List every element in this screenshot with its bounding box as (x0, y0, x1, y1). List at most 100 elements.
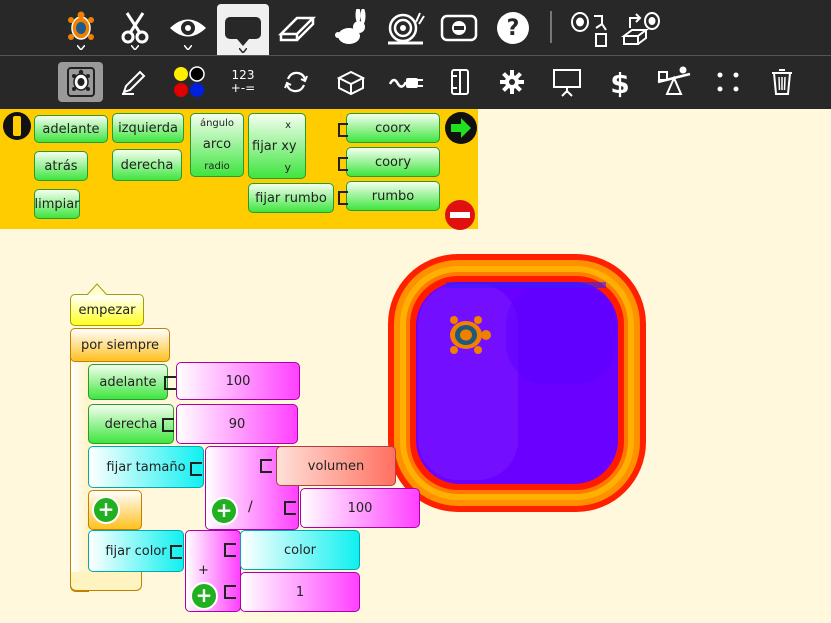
next-palette-arrow-icon[interactable] (444, 111, 478, 145)
palette-block-fijar-xy[interactable]: fijar xy x y (248, 113, 306, 179)
palette-block-izquierda-label: izquierda (118, 120, 178, 136)
stop-icon (440, 14, 478, 42)
turtles-palette-tab[interactable] (652, 62, 696, 102)
addend-field[interactable]: 1 (240, 572, 360, 612)
plus-expand-icon[interactable]: + (190, 582, 218, 610)
pen-palette-tab[interactable] (114, 62, 154, 102)
stop-button[interactable] (436, 4, 482, 52)
addend-connector (224, 585, 236, 599)
eraser-icon (277, 16, 317, 42)
palette-block-coory[interactable]: coory (346, 147, 440, 177)
numbers-icon-line2: +-= (230, 81, 256, 95)
eraser-button[interactable] (274, 4, 320, 52)
palette-block-fijar-xy-label: fijar xy (252, 138, 297, 154)
chevron-down-icon (184, 45, 192, 50)
more-palette-tab[interactable] (708, 62, 748, 102)
block-palette: adelante atrás limpiar izquierda derecha… (0, 109, 478, 231)
presentation-palette-tab[interactable] (546, 62, 588, 102)
palette-block-arco[interactable]: ángulo arco radio (190, 113, 244, 177)
help-button[interactable]: ? (490, 4, 536, 52)
right-connector (162, 418, 174, 432)
palette-block-coorx-label: coorx (375, 120, 411, 136)
help-icon: ? (497, 12, 529, 44)
main-toolbar: ? (0, 0, 831, 55)
view-button[interactable] (166, 4, 210, 52)
blocks-palette-tab[interactable] (330, 62, 372, 102)
loop-icon (284, 71, 308, 93)
speech-icon (225, 16, 261, 46)
forever-clamp (70, 328, 89, 592)
set-color-block-label: fijar color (105, 543, 167, 559)
turtle-menu-button[interactable] (60, 4, 102, 52)
pen-icon (122, 70, 146, 95)
divide-expand-icon[interactable]: + (210, 497, 238, 525)
portfolio-palette-tab[interactable]: $ (600, 62, 640, 102)
set-size-block-label: fijar tamaño (106, 459, 186, 475)
palette-block-izquierda[interactable]: izquierda (112, 113, 184, 143)
palette-block-fijar-rumbo[interactable]: fijar rumbo (248, 183, 334, 213)
divide-sign: / (248, 499, 253, 515)
presentation-icon (553, 69, 581, 97)
palette-block-rumbo[interactable]: rumbo (346, 181, 440, 211)
palette-orientation-icon[interactable] (2, 111, 32, 141)
run-slow-button[interactable] (382, 4, 428, 52)
start-block-label: empezar (78, 302, 136, 318)
turtle-palette-tab[interactable] (58, 62, 103, 102)
right-value-label: 90 (228, 416, 246, 432)
media-palette-tab[interactable] (440, 62, 480, 102)
extras-palette-tab[interactable] (492, 62, 532, 102)
palette-toolbar: 123 +-= $ (0, 55, 831, 109)
volume-connector (260, 459, 272, 473)
turtle-load-icon (571, 12, 607, 47)
chevron-down-icon (239, 48, 247, 53)
palette-block-derecha[interactable]: derecha (112, 149, 182, 181)
color-block[interactable]: color (240, 530, 360, 570)
run-fast-button[interactable] (328, 4, 374, 52)
palette-block-coorx[interactable]: coorx (346, 113, 440, 143)
forever-clamp-bottom (70, 572, 142, 591)
cut-button[interactable] (114, 4, 156, 52)
palette-block-adelante[interactable]: adelante (34, 115, 108, 143)
start-hat-notch (86, 283, 108, 295)
divisor-field[interactable]: 100 (300, 488, 420, 528)
flow-palette-tab[interactable] (276, 62, 316, 102)
forward-block[interactable]: adelante (88, 364, 168, 400)
start-block[interactable]: empezar (70, 294, 144, 326)
sensor-icon (388, 78, 423, 88)
set-size-block[interactable]: fijar tamaño (88, 446, 204, 488)
turtle-save-icon (621, 12, 660, 45)
palette-block-arco-radio-label: radio (204, 160, 230, 172)
forward-block-label: adelante (99, 374, 157, 390)
palette-block-fijar-xy-x-label: x (285, 120, 291, 131)
dollar-icon: $ (610, 67, 629, 98)
turtle-icon (68, 11, 94, 40)
turtle-sprite-icon (450, 316, 491, 354)
palette-block-atras[interactable]: atrás (34, 151, 88, 181)
palette-block-fijar-xy-y-label: y (284, 161, 291, 174)
sensors-palette-tab[interactable] (384, 62, 428, 102)
chevron-down-icon (77, 45, 85, 50)
right-value-field[interactable]: 90 (176, 404, 298, 444)
forever-expand-icon[interactable]: + (92, 496, 120, 524)
turtle-icon (66, 67, 95, 97)
color-dots-icon (174, 66, 205, 97)
color-block-label: color (283, 542, 316, 558)
gear-icon (500, 70, 524, 94)
hide-palette-icon[interactable] (444, 199, 476, 231)
load-project-button[interactable] (564, 4, 610, 52)
divisor-label: 100 (347, 500, 373, 516)
numbers-palette-tab[interactable]: 123 +-= (220, 62, 266, 102)
forever-block[interactable]: por siempre (70, 328, 170, 362)
scissors-icon (121, 12, 149, 44)
forward-value-field[interactable]: 100 (176, 362, 300, 400)
palette-block-adelante-label: adelante (42, 121, 100, 137)
volume-block[interactable]: volumen (276, 446, 396, 486)
seesaw-icon (657, 66, 691, 95)
palette-toggle-button[interactable] (217, 4, 269, 55)
trash-palette-tab[interactable] (762, 62, 802, 102)
turtle-drawing (388, 254, 646, 512)
box-icon (336, 70, 366, 96)
colors-palette-tab[interactable] (168, 62, 210, 102)
save-project-button[interactable] (618, 4, 666, 52)
palette-block-limpiar[interactable]: limpiar (34, 189, 80, 219)
